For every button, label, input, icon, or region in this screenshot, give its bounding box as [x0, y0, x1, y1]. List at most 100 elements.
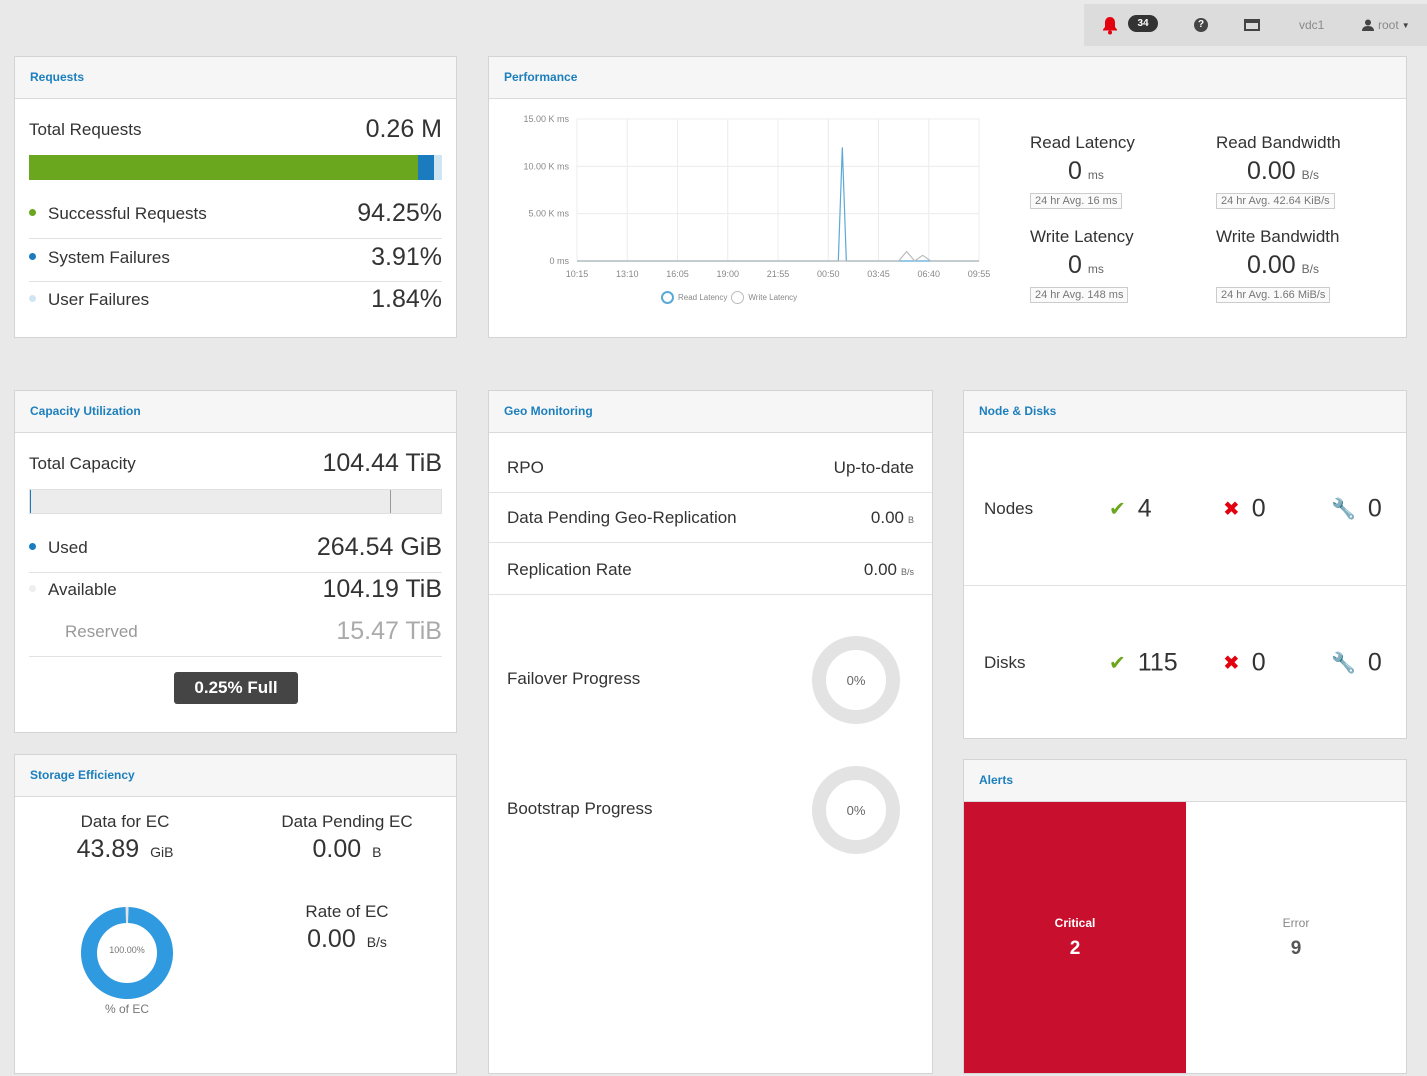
available-dot: [29, 584, 36, 592]
write-bandwidth-label: Write Bandwidth: [1216, 227, 1340, 246]
legend-write-label[interactable]: Write Latency: [748, 293, 797, 302]
user-menu[interactable]: root ▼: [1362, 4, 1410, 46]
rpo-row: RPO Up-to-date: [489, 443, 932, 493]
alert-count-badge[interactable]: 34: [1128, 15, 1158, 32]
x-tick-label: 03:45: [867, 269, 890, 279]
nodes-row: Nodes ✔ 4 ✖ 0 🔧 0: [964, 432, 1406, 586]
requests-bar: [29, 155, 442, 180]
requests-bar-success: [29, 155, 419, 180]
write-bandwidth-avg: 24 hr Avg. 1.66 MiB/s: [1216, 287, 1331, 303]
panel-title[interactable]: Storage Efficiency: [15, 755, 456, 797]
panel-title[interactable]: Alerts: [964, 760, 1406, 802]
ec-donut-caption: % of EC: [104, 1002, 149, 1016]
y-tick-label: 0 ms: [549, 256, 569, 266]
nodes-bad-count[interactable]: 0: [1252, 494, 1266, 523]
x-tick-label: 21:55: [767, 269, 790, 279]
requests-bar-user: [434, 155, 442, 180]
system-dot: [29, 252, 36, 260]
critical-count: 2: [1069, 937, 1081, 959]
user-icon: [1362, 19, 1374, 31]
failover-progress-ring: 0%: [812, 636, 900, 724]
latency-chart: 10:15 13:10 16:05 19:00 21:55 00:50 03:45 06:40…: [523, 114, 991, 279]
used-label: Used: [48, 537, 88, 557]
write-latency-label: Write Latency: [1030, 227, 1134, 246]
user-failures-label: User Failures: [48, 289, 150, 309]
vdc-selector[interactable]: vdc1: [1299, 4, 1324, 46]
nodes-maint-count[interactable]: 0: [1368, 494, 1382, 523]
panel-title[interactable]: Requests: [15, 57, 456, 99]
pending-replication-row: Data Pending Geo-Replication 0.00 B: [489, 493, 932, 543]
x-tick-label: 00:50: [817, 269, 840, 279]
caret-down-icon: ▼: [1401, 20, 1410, 30]
pending-ec-unit: B: [372, 844, 382, 860]
alerts-panel: Alerts Critical 2 Error 9: [963, 759, 1407, 1074]
pending-replication-value: 0.00: [870, 507, 904, 527]
successful-requests-label: Successful Requests: [48, 203, 207, 223]
wrench-icon: 🔧: [1331, 498, 1356, 520]
read-latency-value: 0: [1068, 157, 1082, 185]
x-tick-label: 09:55: [968, 269, 991, 279]
alert-critical-tile[interactable]: Critical 2: [964, 802, 1186, 1073]
nodes-label: Nodes: [984, 498, 1034, 518]
legend-write-marker[interactable]: [731, 291, 745, 304]
pending-replication-unit: B: [907, 514, 914, 525]
node-disks-panel: Node & Disks Nodes ✔ 4 ✖ 0 🔧 0 Disks ✔ 115 ✖…: [963, 390, 1407, 739]
read-latency-avg: 24 hr Avg. 16 ms: [1030, 193, 1123, 209]
available-label: Available: [48, 579, 117, 599]
rate-ec-unit: B/s: [366, 934, 387, 950]
disks-label: Disks: [984, 653, 1026, 672]
y-tick-label: 5.00 K ms: [528, 209, 569, 219]
help-icon[interactable]: ?: [1194, 4, 1208, 46]
panel-title[interactable]: Geo Monitoring: [489, 391, 932, 433]
success-dot: [29, 208, 36, 216]
rpo-label: RPO: [507, 457, 544, 477]
rpo-value: Up-to-date: [833, 457, 914, 477]
capacity-reserved-marker: [390, 490, 391, 513]
disks-maint-count[interactable]: 0: [1368, 649, 1382, 678]
panel-title[interactable]: Node & Disks: [964, 391, 1406, 433]
capacity-bar: [29, 489, 442, 514]
replication-rate-row: Replication Rate 0.00 B/s: [489, 545, 932, 595]
read-latency-label: Read Latency: [1030, 133, 1135, 152]
failover-progress-label: Failover Progress: [507, 669, 641, 688]
bootstrap-progress-label: Bootstrap Progress: [507, 799, 653, 818]
x-tick-label: 10:15: [566, 269, 589, 279]
user-dot: [29, 294, 36, 302]
replication-rate-unit: B/s: [900, 566, 914, 577]
error-count: 9: [1290, 937, 1302, 959]
write-latency-unit: ms: [1087, 262, 1104, 276]
legend-read-marker[interactable]: [661, 291, 674, 304]
read-bandwidth-label: Read Bandwidth: [1216, 133, 1341, 152]
rate-ec-value: 0.00: [307, 925, 356, 953]
requests-panel: Requests Total Requests 0.26 M Successfu…: [14, 56, 457, 338]
used-dot: [29, 542, 36, 550]
user-failures-value: 1.84%: [371, 285, 442, 313]
write-bandwidth-value: 0.00: [1247, 251, 1296, 279]
cross-icon: ✖: [1223, 652, 1240, 675]
legend-read-label[interactable]: Read Latency: [678, 293, 727, 302]
pending-replication-label: Data Pending Geo-Replication: [507, 507, 737, 527]
x-tick-label: 19:00: [716, 269, 739, 279]
panel-title[interactable]: Capacity Utilization: [15, 391, 456, 433]
available-value: 104.19 TiB: [322, 575, 442, 603]
bell-icon[interactable]: [1100, 4, 1120, 46]
write-bandwidth-unit: B/s: [1301, 262, 1320, 276]
user-name: root: [1378, 18, 1399, 32]
panel-title[interactable]: Performance: [489, 57, 1406, 99]
total-capacity-value: 104.44 TiB: [322, 449, 442, 477]
bootstrap-progress-value: 0%: [846, 802, 866, 818]
used-value: 264.54 GiB: [316, 533, 442, 561]
capacity-bar-used: [30, 490, 32, 513]
alert-error-tile[interactable]: Error 9: [1186, 802, 1406, 1073]
critical-label: Critical: [1054, 915, 1096, 930]
window-icon[interactable]: [1244, 4, 1260, 46]
nodes-ok-count[interactable]: 4: [1138, 494, 1152, 523]
total-capacity-label: Total Capacity: [29, 453, 136, 473]
disks-bad-count[interactable]: 0: [1252, 649, 1266, 678]
x-tick-label: 06:40: [917, 269, 940, 279]
disks-row: Disks ✔ 115 ✖ 0 🔧 0: [964, 586, 1406, 740]
capacity-full-badge: 0.25% Full: [174, 672, 298, 704]
disks-ok-count[interactable]: 115: [1138, 649, 1178, 678]
reserved-label: Reserved: [65, 621, 138, 641]
system-failures-label: System Failures: [48, 247, 170, 267]
